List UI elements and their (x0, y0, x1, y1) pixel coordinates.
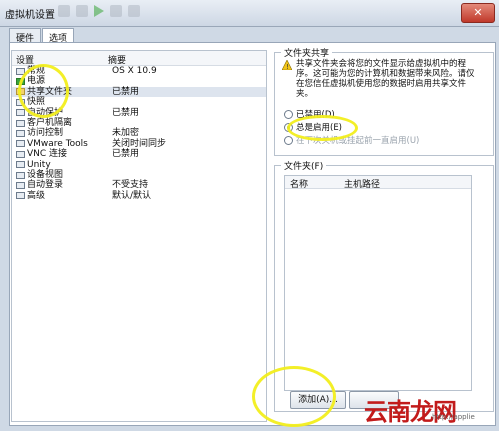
setting-summary: 未加密 (112, 128, 140, 139)
close-button[interactable]: ✕ (461, 3, 495, 23)
column-header-summary: 摘要 (108, 56, 127, 66)
folder-table: 名称 主机路径 (284, 175, 472, 391)
device-view-icon (16, 171, 25, 179)
setting-name: VNC 连接 (27, 149, 68, 160)
highlight-circle (252, 366, 336, 427)
settings-row[interactable]: 访问控制 未加密 (12, 128, 266, 138)
settings-row[interactable]: 自动登录 不受支持 (12, 180, 266, 190)
setting-name: 设备视图 (27, 169, 64, 180)
column-header-setting: 设置 (16, 56, 35, 66)
toolbar-icon[interactable] (128, 5, 140, 17)
setting-name: VMware Tools (27, 138, 88, 149)
user-icon (16, 181, 25, 189)
setting-summary: 已禁用 (112, 86, 140, 97)
highlight-circle (287, 115, 358, 141)
clock-icon (16, 109, 25, 117)
setting-name: 高级 (27, 190, 46, 201)
highlight-circle (18, 64, 69, 118)
toolbar-icon[interactable] (58, 5, 70, 17)
settings-row[interactable]: 客户机隔离 (12, 118, 266, 128)
settings-row[interactable]: VMware Tools 关闭时间同步 (12, 139, 266, 149)
settings-row[interactable]: VNC 连接 已禁用 (12, 149, 266, 159)
radio-button[interactable] (284, 109, 293, 119)
setting-summary: 已禁用 (112, 149, 140, 160)
folder-sharing-title: 文件夹共享 (281, 46, 333, 59)
title-bar: 虚拟机设置 ✕ (0, 0, 499, 27)
setting-summary: 已禁用 (112, 107, 140, 118)
settings-list-header: 设置 摘要 (12, 51, 266, 66)
setting-name: 客户机隔离 (27, 117, 73, 128)
setting-name: Unity (27, 159, 51, 170)
unity-icon (16, 161, 25, 169)
window-title: 虚拟机设置 (5, 10, 55, 21)
toolbar-icon[interactable] (76, 5, 88, 17)
setting-summary (108, 170, 112, 180)
setting-summary (108, 118, 112, 128)
watermark-text: 云南龙网 (364, 398, 457, 426)
column-header-name: 名称 (290, 180, 309, 190)
column-header-host-path: 主机路径 (344, 180, 381, 190)
setting-summary (108, 97, 112, 107)
watermark-url: http://applie (432, 413, 475, 421)
lock-icon (16, 119, 25, 127)
toolbar-icon[interactable] (110, 5, 122, 17)
monitor-icon (16, 150, 25, 158)
setting-summary: 关闭时间同步 (112, 138, 167, 149)
settings-row[interactable]: 高级 默认/默认 (12, 191, 266, 201)
setting-name: 自动登录 (27, 180, 64, 191)
sharing-warning-text: 共享文件夹会将您的文件显示给虚拟机中的程序。这可能为您的计算机和数据带来风险。请… (296, 59, 475, 99)
setting-summary: 默认/默认 (112, 190, 152, 201)
folder-table-header: 名称 主机路径 (285, 176, 471, 190)
setting-summary: OS X 10.9 (112, 66, 157, 76)
radio-button (284, 135, 293, 145)
setting-summary (108, 76, 112, 86)
setting-summary: 不受支持 (112, 180, 149, 191)
warning-icon: ! (282, 60, 292, 70)
setting-summary (108, 160, 112, 170)
advanced-icon (16, 192, 25, 200)
folders-title: 文件夹(F) (281, 159, 327, 172)
play-icon[interactable] (94, 5, 104, 17)
toolbar-icons (58, 5, 140, 17)
tools-icon (16, 140, 25, 148)
svg-text:!: ! (286, 63, 289, 70)
settings-row[interactable]: 设备视图 (12, 170, 266, 180)
key-icon (16, 130, 25, 138)
settings-row[interactable]: Unity (12, 160, 266, 170)
setting-name: 访问控制 (27, 128, 64, 139)
